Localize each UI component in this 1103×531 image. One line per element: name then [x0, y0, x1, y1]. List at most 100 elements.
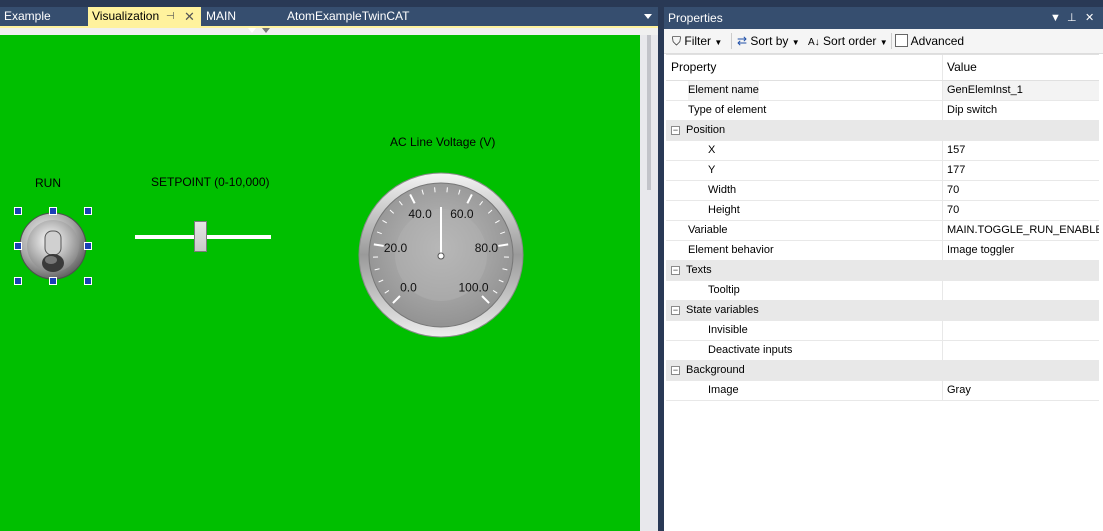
close-icon[interactable]: ✕ — [184, 7, 195, 26]
gauge-hub — [437, 252, 445, 260]
property-name: Background — [686, 364, 745, 376]
visualization-canvas[interactable] — [0, 35, 640, 531]
property-value[interactable]: MAIN.TOGGLE_RUN_ENABLE — [942, 221, 1099, 240]
property-value[interactable]: Image toggler — [942, 241, 1099, 260]
property-value[interactable] — [942, 321, 1099, 340]
property-column-header: Property — [671, 60, 717, 74]
scrollbar-thumb[interactable] — [647, 35, 651, 190]
property-name: Tooltip — [708, 284, 740, 296]
run-label: RUN — [35, 176, 61, 190]
property-value[interactable]: GenElemInst_1 — [942, 81, 1099, 100]
property-value[interactable]: 70 — [942, 201, 1099, 220]
property-row[interactable]: Type of element Dip switch — [666, 101, 1099, 121]
property-row[interactable]: Height 70 — [666, 201, 1099, 221]
property-row[interactable]: X 157 — [666, 141, 1099, 161]
sort-order-icon: A↓ — [808, 37, 820, 48]
collapse-icon[interactable]: − — [671, 306, 680, 315]
property-name: State variables — [686, 304, 759, 316]
property-value — [942, 261, 1099, 280]
tab-atomexampletwincat[interactable]: AtomExampleTwinCAT — [283, 7, 451, 26]
property-grid: Property Value Element name GenElemInst_1… — [666, 54, 1099, 401]
resize-handle[interactable] — [84, 242, 92, 250]
tab-visualization[interactable]: Visualization ⊣ ✕ — [88, 7, 201, 26]
properties-toolbar: ⛉ Filter ▼ ⇄ Sort by ▼ A↓ Sort order ▼ A… — [664, 29, 1103, 54]
gauge-title: AC Line Voltage (V) — [390, 135, 496, 149]
property-name: Texts — [686, 264, 712, 276]
property-value[interactable] — [942, 341, 1099, 360]
property-value[interactable]: Dip switch — [942, 101, 1099, 120]
collapse-icon[interactable]: − — [671, 366, 680, 375]
property-value[interactable]: 177 — [942, 161, 1099, 180]
sort-by-label: Sort by — [750, 34, 789, 48]
checkbox-box[interactable] — [895, 34, 908, 47]
resize-handle[interactable] — [84, 207, 92, 215]
chevron-down-icon: ▼ — [714, 38, 723, 47]
dip-switch[interactable] — [14, 207, 92, 285]
resize-handle[interactable] — [14, 277, 22, 285]
resize-handle[interactable] — [49, 277, 57, 285]
resize-handle[interactable] — [14, 242, 22, 250]
chevron-down-icon: ▼ — [791, 38, 800, 47]
property-value[interactable]: Gray — [942, 381, 1099, 400]
property-row[interactable]: Invisible — [666, 321, 1099, 341]
property-row[interactable]: Width 70 — [666, 181, 1099, 201]
toolbar-separator — [731, 33, 732, 49]
property-value — [942, 361, 1099, 380]
property-category-row[interactable]: − Texts — [666, 261, 1099, 281]
property-name: Element behavior — [688, 244, 774, 256]
chevron-down-icon: ▼ — [879, 38, 888, 47]
property-value[interactable]: 157 — [942, 141, 1099, 160]
vertical-scrollbar[interactable] — [640, 35, 658, 531]
resize-handle[interactable] — [84, 277, 92, 285]
property-name: Type of element — [688, 104, 767, 116]
property-category-row[interactable]: − State variables — [666, 301, 1099, 321]
close-icon[interactable]: ✕ — [1085, 7, 1094, 29]
tab-label: MAIN — [206, 9, 236, 23]
property-row[interactable]: Y 177 — [666, 161, 1099, 181]
property-row[interactable]: Tooltip — [666, 281, 1099, 301]
chevron-down-icon[interactable] — [644, 14, 652, 19]
tab-label: Visualization — [92, 9, 160, 23]
dropdown-icon[interactable]: ▼ — [1050, 7, 1061, 29]
setpoint-slider-thumb[interactable] — [193, 221, 207, 252]
pin-icon[interactable]: ⊥ — [1067, 7, 1077, 29]
tab-main[interactable]: MAIN — [202, 7, 282, 26]
tab-example[interactable]: Example — [0, 7, 88, 26]
gauge-tick-label: 80.0 — [475, 241, 499, 255]
property-value[interactable] — [942, 281, 1099, 300]
property-category-row[interactable]: − Background — [666, 361, 1099, 381]
property-row[interactable]: Element behavior Image toggler — [666, 241, 1099, 261]
filter-label: Filter — [684, 34, 712, 48]
value-column-header: Value — [942, 55, 1099, 80]
sort-by-button[interactable]: ⇄ Sort by ▼ — [737, 34, 800, 48]
sort-order-button[interactable]: A↓ Sort order ▼ — [808, 34, 888, 48]
toggle-switch-icon — [19, 212, 87, 280]
gauge-tick-label: 60.0 — [450, 207, 474, 221]
property-name: Element name — [688, 81, 759, 100]
property-name: X — [708, 144, 716, 156]
gauge-tick-label: 20.0 — [384, 241, 408, 255]
document-tab-bar: Example Visualization ⊣ ✕ MAIN AtomExamp… — [0, 7, 658, 26]
collapse-icon[interactable]: − — [671, 266, 680, 275]
filter-icon: ⛉ — [672, 34, 682, 48]
properties-title-bar: Properties ▼ ⊥ ✕ — [664, 7, 1103, 29]
advanced-checkbox[interactable]: Advanced — [895, 34, 964, 48]
collapse-icon[interactable]: − — [671, 126, 680, 135]
property-row[interactable]: Variable MAIN.TOGGLE_RUN_ENABLE — [666, 221, 1099, 241]
ruler-marker-icon — [248, 28, 256, 33]
resize-handle[interactable] — [14, 207, 22, 215]
pin-icon[interactable]: ⊣ — [166, 7, 175, 26]
property-row[interactable]: Deactivate inputs — [666, 341, 1099, 361]
property-row[interactable]: Element name GenElemInst_1 — [666, 81, 1099, 101]
editor-ruler — [0, 28, 658, 35]
property-row[interactable]: Image Gray — [666, 381, 1099, 401]
property-category-row[interactable]: − Position — [666, 121, 1099, 141]
ac-line-voltage-gauge: 0.0 20.0 40.0 60.0 80.0 100.0 — [358, 172, 524, 338]
properties-panel: Properties ▼ ⊥ ✕ ⛉ Filter ▼ ⇄ Sort by ▼ … — [664, 7, 1103, 531]
property-value — [942, 121, 1099, 140]
filter-button[interactable]: ⛉ Filter ▼ — [672, 34, 722, 48]
property-name: Position — [686, 124, 726, 136]
property-value[interactable]: 70 — [942, 181, 1099, 200]
property-value — [942, 301, 1099, 320]
resize-handle[interactable] — [49, 207, 57, 215]
